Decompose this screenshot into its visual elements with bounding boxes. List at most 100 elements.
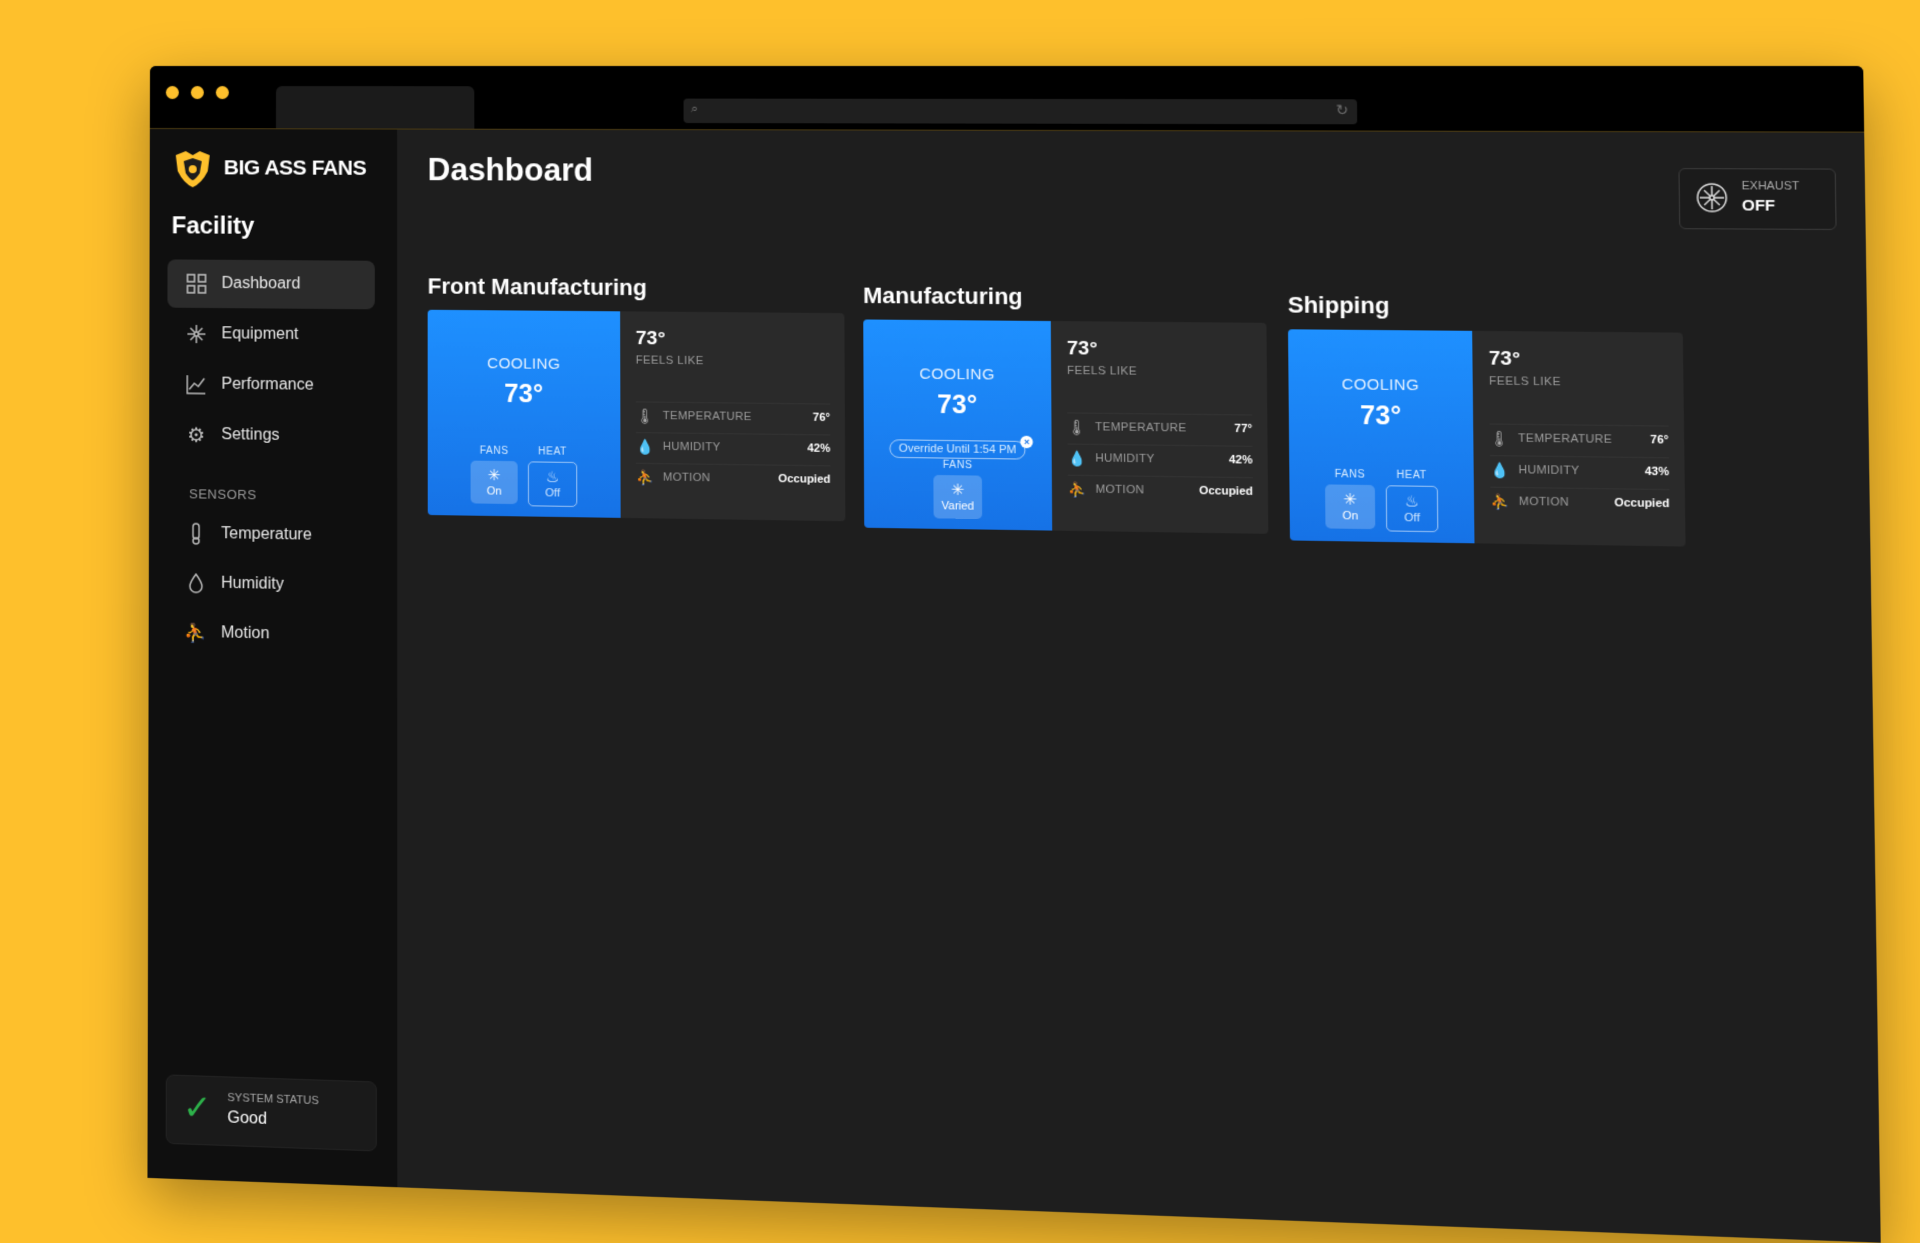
metric-label: HUMIDITY [1095,452,1155,466]
nav-item-equipment[interactable]: Equipment [167,310,375,360]
feels-like-value: 73° [1066,337,1098,360]
nav-item-label: Dashboard [221,274,301,293]
logo[interactable]: BIG ASS FANS [172,147,366,190]
nav-item-dashboard[interactable]: Dashboard [167,259,375,310]
feels-like-value: 73° [635,327,666,350]
metric-label: TEMPERATURE [662,409,752,424]
nav-item-temperature[interactable]: Temperature [167,509,375,561]
zone-mode: COOLING [919,365,995,384]
zone-card-manufacturing[interactable]: COOLING 73° Override Until 1:54 PM × FAN… [863,319,1269,534]
maximize-window-button[interactable] [215,86,229,100]
fans-label: FANS [1334,468,1366,481]
zone-metrics-panel: 73° FEELS LIKE 🌡 TEMPERATURE 76° 💧 HUMID… [1472,330,1686,547]
fans-toggle-button[interactable]: ✳ Varied [933,474,983,520]
metric-value: Occupied [778,472,831,486]
metric-row-temperature: 🌡 TEMPERATURE 76° [635,401,831,432]
address-bar[interactable]: ⌕ ↻ [683,98,1358,125]
zone-title-manufacturing: Manufacturing [863,282,1023,310]
zone-metrics-panel: 73° FEELS LIKE 🌡 TEMPERATURE 77° 💧 HUMID… [1050,321,1269,534]
heat-toggle-button[interactable]: ♨ Off [527,461,578,508]
search-icon: ⌕ [690,100,699,116]
sensors-nav: Temperature Humidity ⛹ Motion [167,509,375,662]
zone-control-panel: COOLING 73° FANS ✳ On HEAT ♨ Off [1288,329,1475,544]
reload-icon[interactable]: ↻ [1336,101,1349,119]
nav-item-label: Equipment [221,325,299,344]
clear-override-icon[interactable]: × [1020,435,1034,449]
override-text: Override Until 1:54 PM [898,442,1017,457]
metric-label: TEMPERATURE [1095,421,1187,435]
nav-item-label: Motion [221,624,270,643]
system-status-value: Good [227,1109,268,1128]
thermometer-icon: 🌡 [1067,418,1087,435]
heat-control: HEAT ♨ Off [1385,469,1439,533]
sidebar-section-title: Facility [171,212,255,240]
browser-tab[interactable] [275,86,475,129]
chart-icon [185,373,207,395]
droplet-icon [185,572,207,595]
zone-card-front-manufacturing[interactable]: COOLING 73° FANS ✳ On HEAT ♨ Off 73° FEE… [427,309,846,522]
metric-value: 42% [1228,453,1253,467]
system-status-card[interactable]: ✓ SYSTEM STATUS Good [165,1074,377,1152]
gear-icon: ⚙ [187,424,206,447]
nav-item-label: Humidity [221,574,284,593]
fan-icon [185,323,207,345]
metric-value: 42% [807,442,831,456]
heat-label: HEAT [538,446,567,458]
checkmark-icon: ✓ [182,1088,212,1129]
metric-label: MOTION [662,471,711,485]
metric-label: HUMIDITY [1518,463,1580,478]
nav-item-performance[interactable]: Performance [167,360,375,411]
sensors-heading: SENSORS [189,486,257,503]
metric-row-temperature: 🌡 TEMPERATURE 77° [1067,412,1253,443]
metric-label: TEMPERATURE [1518,432,1613,447]
main-nav: Dashboard Equipment Performance ⚙ Settin… [167,259,375,463]
fans-toggle-button[interactable]: ✳ On [1325,484,1376,530]
exhaust-label: EXHAUST [1741,179,1800,193]
main-content: Dashboard EXHAUST OFF Front Manufacturin… [397,129,1881,1243]
metric-value: 76° [1650,433,1669,447]
metric-label: MOTION [1518,495,1570,509]
browser-window: ⌕ ↻ BIG ASS FANS Facility Dashboard Equi… [147,66,1881,1243]
window-controls [165,86,229,100]
zone-setpoint[interactable]: 73° [1289,400,1474,432]
fans-control: FANS ✳ Varied [933,459,983,520]
fans-toggle-button[interactable]: ✳ On [470,460,518,505]
fans-value: On [1342,509,1359,523]
metric-value: 43% [1644,465,1670,479]
system-status-label: SYSTEM STATUS [227,1091,319,1108]
exhaust-toggle[interactable]: EXHAUST OFF [1678,168,1837,230]
zone-metrics-panel: 73° FEELS LIKE 🌡 TEMPERATURE 76° 💧 HUMID… [620,311,846,522]
fans-value: On [486,484,502,498]
fans-label: FANS [942,459,973,472]
fans-control: FANS ✳ On [1325,468,1376,532]
zone-controls: FANS ✳ On HEAT ♨ Off [1289,468,1474,533]
nav-item-settings[interactable]: ⚙ Settings [167,410,375,461]
fans-value: Varied [941,499,975,513]
zone-card-shipping[interactable]: COOLING 73° FANS ✳ On HEAT ♨ Off 73° FEE… [1288,329,1686,547]
zone-title-shipping: Shipping [1287,291,1390,319]
minimize-window-button[interactable] [190,86,204,100]
zone-title-front-manufacturing: Front Manufacturing [427,273,647,301]
thermometer-icon: 🌡 [635,407,655,424]
droplet-icon: 💧 [1490,460,1510,478]
zone-setpoint[interactable]: 73° [428,379,621,411]
exhaust-fan-icon [1695,182,1729,214]
feels-like-label: FEELS LIKE [1488,375,1562,389]
nav-item-humidity[interactable]: Humidity [167,559,375,611]
zone-setpoint[interactable]: 73° [864,389,1052,421]
feels-like-label: FEELS LIKE [1066,364,1138,378]
grid-icon [185,273,207,295]
zone-controls: FANS ✳ Varied [864,459,1052,521]
nav-item-label: Performance [221,375,314,394]
close-window-button[interactable] [165,86,179,100]
heat-label: HEAT [1396,469,1427,482]
zone-control-panel: COOLING 73° Override Until 1:54 PM × FAN… [863,319,1053,531]
heat-value: Off [1404,511,1421,525]
override-pill[interactable]: Override Until 1:54 PM × [889,435,1034,460]
heat-toggle-button[interactable]: ♨ Off [1385,485,1439,533]
metric-row-humidity: 💧 HUMIDITY 42% [635,432,831,463]
heat-value: Off [545,486,561,500]
nav-item-motion[interactable]: ⛹ Motion [167,608,375,661]
metric-value: Occupied [1614,496,1670,511]
logo-mark-icon [175,150,210,187]
